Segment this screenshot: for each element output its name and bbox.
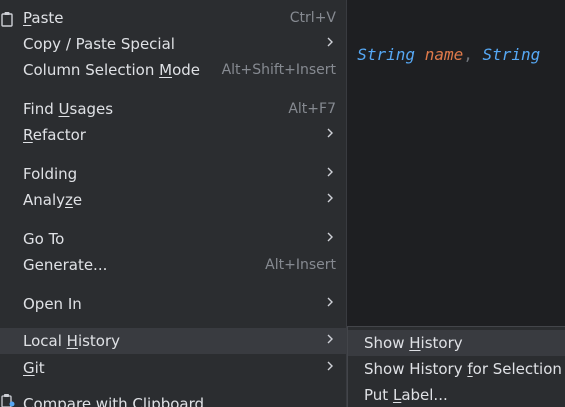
menu-item-label: Analyze (23, 191, 83, 209)
menu-item-label: Copy / Paste Special (23, 35, 175, 53)
menu-item-compare-with-clipboard[interactable]: Compare with Clipboard (0, 391, 346, 407)
compare-clipboard-icon (1, 393, 15, 407)
chevron-right-icon (325, 357, 335, 375)
submenu-item-label: Put Label... (364, 386, 448, 404)
menu-item-shortcut: Ctrl+V (289, 10, 336, 26)
menu-item-generate[interactable]: Generate... Alt+Insert (0, 252, 346, 278)
menu-item-label: Find Usages (23, 100, 114, 118)
menu-item-label: Paste (23, 9, 64, 27)
menu-item-find-usages[interactable]: Find Usages Alt+F7 (0, 96, 346, 122)
context-menu: Paste Ctrl+V Copy / Paste Special Column… (0, 0, 347, 407)
submenu-item-show-history[interactable]: Show History (348, 330, 565, 356)
menu-item-go-to[interactable]: Go To (0, 226, 346, 252)
menu-item-label: Local History (23, 332, 121, 350)
local-history-submenu: Show History Show History for Selection … (347, 326, 565, 407)
menu-item-column-selection-mode[interactable]: Column Selection Mode Alt+Shift+Insert (0, 57, 346, 83)
code-token: String (482, 45, 541, 64)
menu-item-shortcut: Alt+Insert (265, 257, 336, 273)
submenu-item-put-label[interactable]: Put Label... (348, 382, 565, 407)
menu-item-copy-paste-special[interactable]: Copy / Paste Special (0, 31, 346, 57)
code-token: String (357, 45, 416, 64)
menu-item-folding[interactable]: Folding (0, 161, 346, 187)
menu-item-refactor[interactable]: Refactor (0, 122, 346, 148)
menu-item-label: Refactor (23, 126, 86, 144)
code-line: , String name, String (338, 44, 540, 66)
menu-item-label: Go To (23, 230, 65, 248)
code-token: , (463, 45, 483, 64)
menu-item-label: Open In (23, 295, 82, 313)
chevron-right-icon (325, 330, 335, 348)
chevron-right-icon (325, 293, 335, 311)
menu-item-shortcut: Alt+F7 (288, 101, 336, 117)
chevron-right-icon (325, 33, 335, 51)
submenu-item-label: Show History for Selection (364, 360, 562, 378)
menu-item-shortcut: Alt+Shift+Insert (221, 62, 336, 78)
menu-item-label: Git (23, 359, 45, 377)
menu-item-label: Compare with Clipboard (23, 395, 205, 407)
code-token: name (424, 45, 464, 64)
menu-item-label: Column Selection Mode (23, 61, 200, 79)
chevron-right-icon (325, 124, 335, 142)
menu-item-label: Generate... (23, 256, 108, 274)
submenu-item-show-history-for-selection[interactable]: Show History for Selection (348, 356, 565, 382)
menu-item-git[interactable]: Git (0, 355, 346, 381)
clipboard-icon (1, 11, 13, 27)
menu-item-paste[interactable]: Paste Ctrl+V (0, 5, 346, 31)
menu-item-local-history[interactable]: Local History (0, 328, 346, 354)
menu-item-analyze[interactable]: Analyze (0, 187, 346, 213)
chevron-right-icon (325, 228, 335, 246)
submenu-item-label: Show History (364, 334, 463, 352)
chevron-right-icon (325, 189, 335, 207)
menu-item-label: Folding (23, 165, 78, 183)
chevron-right-icon (325, 163, 335, 181)
menu-item-open-in[interactable]: Open In (0, 291, 346, 317)
